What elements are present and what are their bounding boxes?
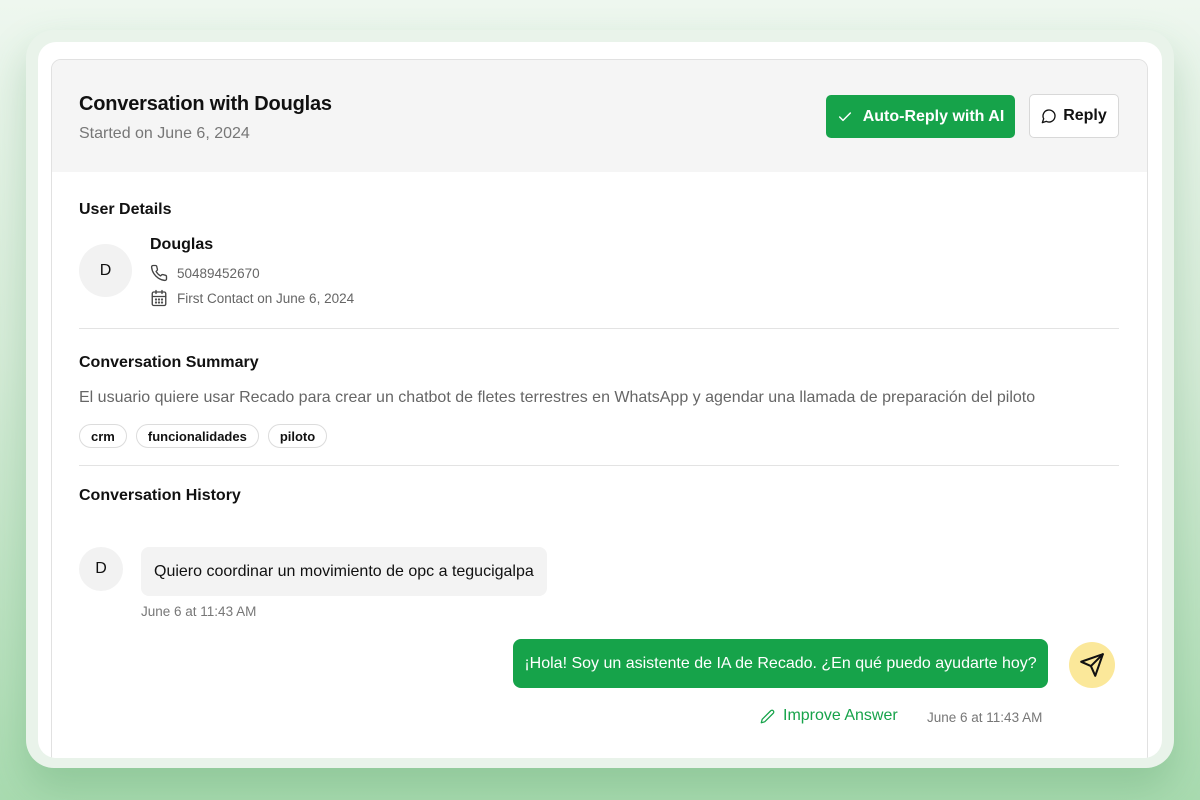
message-timestamp: June 6 at 11:43 AM bbox=[141, 604, 257, 619]
auto-reply-button[interactable]: Auto-Reply with AI bbox=[826, 95, 1015, 138]
history-title: Conversation History bbox=[79, 487, 241, 504]
improve-answer-button[interactable]: Improve Answer bbox=[760, 707, 898, 725]
summary-title: Conversation Summary bbox=[79, 354, 259, 371]
window-frame: Conversation with Douglas Started on Jun… bbox=[38, 42, 1162, 758]
message-circle-icon bbox=[1041, 108, 1057, 124]
card-header: Conversation with Douglas Started on Jun… bbox=[52, 60, 1147, 172]
bot-avatar bbox=[1069, 642, 1115, 688]
conversation-card: Conversation with Douglas Started on Jun… bbox=[51, 59, 1148, 758]
improve-answer-label: Improve Answer bbox=[783, 707, 898, 724]
reply-label: Reply bbox=[1063, 107, 1107, 124]
user-details-title: User Details bbox=[79, 201, 172, 218]
divider bbox=[79, 328, 1119, 329]
auto-reply-label: Auto-Reply with AI bbox=[862, 107, 1005, 125]
user-avatar: D bbox=[79, 244, 132, 297]
page-title: Conversation with Douglas bbox=[79, 93, 332, 115]
divider bbox=[79, 465, 1119, 466]
pencil-icon bbox=[760, 709, 775, 724]
check-icon bbox=[837, 109, 853, 125]
outgoing-message: ¡Hola! Soy un asistente de IA de Recado.… bbox=[513, 639, 1048, 688]
user-name: Douglas bbox=[150, 236, 214, 253]
tag-list: crm funcionalidades piloto bbox=[79, 424, 328, 448]
phone-icon bbox=[150, 264, 168, 282]
reply-button[interactable]: Reply bbox=[1029, 94, 1119, 138]
calendar-icon bbox=[150, 289, 168, 307]
first-contact-row: First Contact on June 6, 2024 bbox=[150, 289, 354, 307]
first-contact-text: First Contact on June 6, 2024 bbox=[177, 290, 355, 306]
sender-avatar: D bbox=[79, 547, 123, 591]
tag-piloto[interactable]: piloto bbox=[267, 424, 328, 448]
send-icon bbox=[1079, 652, 1105, 678]
summary-text: El usuario quiere usar Recado para crear… bbox=[79, 389, 1036, 406]
phone-row: 50489452670 bbox=[150, 264, 260, 282]
message-timestamp: June 6 at 11:43 AM bbox=[927, 710, 1043, 725]
incoming-message: Quiero coordinar un movimiento de opc a … bbox=[141, 547, 547, 596]
tag-funcionalidades[interactable]: funcionalidades bbox=[135, 424, 259, 448]
tag-crm[interactable]: crm bbox=[79, 424, 127, 448]
page-subtitle: Started on June 6, 2024 bbox=[79, 125, 250, 142]
phone-number: 50489452670 bbox=[177, 265, 260, 281]
